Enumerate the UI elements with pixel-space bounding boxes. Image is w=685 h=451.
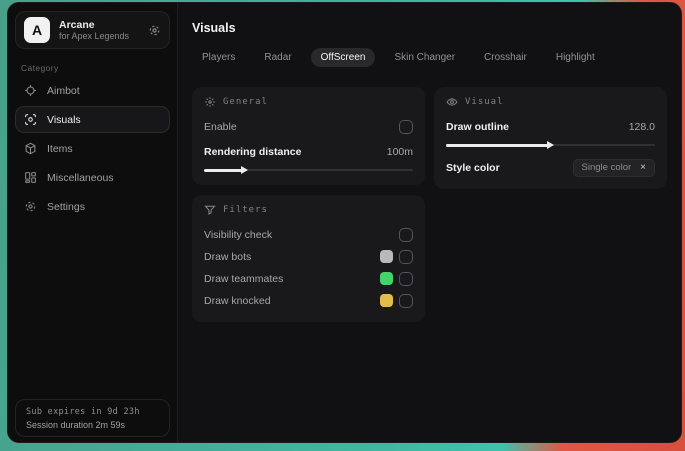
slider-thumb[interactable]	[240, 166, 248, 174]
right-column: Visual Draw outline 128.0 Style color Si…	[434, 87, 667, 189]
draw-outline-label: Draw outline	[446, 120, 510, 133]
draw-knocked-row: Draw knocked	[204, 290, 413, 311]
tab-radar[interactable]: Radar	[254, 48, 301, 67]
sidebar-item-items[interactable]: Items	[15, 135, 170, 162]
sidebar-item-visuals[interactable]: Visuals	[15, 106, 170, 133]
sidebar-item-miscellaneous[interactable]: Miscellaneous	[15, 164, 170, 191]
content-area: General Enable Rendering distance 100m F…	[192, 87, 667, 322]
style-color-dropdown[interactable]: Single color ×	[572, 158, 655, 177]
sidebar-nav: Aimbot Visuals Items Miscellaneous Setti…	[15, 77, 170, 220]
crosshair-icon	[24, 84, 37, 97]
style-color-row: Style color Single color ×	[446, 157, 655, 178]
enable-label: Enable	[204, 120, 237, 133]
logo-text: Arcane for Apex Legends	[59, 19, 139, 41]
app-logo-letter: A	[31, 22, 43, 38]
draw-bots-row: Draw bots	[204, 246, 413, 267]
slider-thumb[interactable]	[547, 141, 555, 149]
draw-outline-row: Draw outline 128.0	[446, 116, 655, 137]
sidebar: A Arcane for Apex Legends Category Aimbo…	[8, 3, 178, 442]
tab-skin-changer[interactable]: Skin Changer	[384, 48, 465, 67]
draw-knocked-controls	[380, 293, 413, 308]
gear-icon[interactable]	[148, 24, 161, 37]
draw-knocked-label: Draw knocked	[204, 294, 271, 307]
category-label: Category	[21, 63, 59, 73]
draw-bots-checkbox[interactable]	[399, 249, 413, 264]
draw-outline-slider[interactable]	[446, 141, 655, 149]
draw-teammates-controls	[380, 271, 413, 286]
subscription-info: Sub expires in 9d 23h Session duration 2…	[15, 399, 170, 437]
draw-bots-label: Draw bots	[204, 250, 252, 263]
visual-panel-header: Visual	[446, 96, 655, 108]
general-panel: General Enable Rendering distance 100m	[192, 87, 425, 185]
visibility-check-label: Visibility check	[204, 228, 273, 241]
eye-icon	[446, 96, 458, 108]
session-duration-text: Session duration 2m 59s	[26, 420, 126, 430]
draw-bots-controls	[380, 249, 413, 264]
filters-panel-title: Filters	[223, 205, 268, 215]
rendering-distance-slider[interactable]	[204, 166, 413, 174]
draw-teammates-label: Draw teammates	[204, 272, 284, 285]
visual-panel: Visual Draw outline 128.0 Style color Si…	[434, 87, 667, 189]
slider-fill	[446, 143, 549, 147]
sidebar-item-aimbot[interactable]: Aimbot	[15, 77, 170, 104]
draw-teammates-checkbox[interactable]	[399, 271, 413, 286]
style-color-label: Style color	[446, 161, 500, 174]
eye-scan-icon	[24, 113, 37, 126]
funnel-icon	[204, 204, 216, 216]
tab-offscreen[interactable]: OffScreen	[310, 48, 376, 67]
app-logo: A	[24, 17, 50, 43]
grid-icon	[24, 171, 37, 184]
logo-card: A Arcane for Apex Legends	[15, 11, 170, 49]
sparkle-icon	[204, 96, 216, 108]
draw-teammates-row: Draw teammates	[204, 268, 413, 289]
draw-teammates-color-swatch[interactable]	[380, 272, 393, 285]
tab-bar: Players Radar OffScreen Skin Changer Cro…	[192, 48, 667, 67]
sidebar-item-label: Miscellaneous	[47, 171, 114, 184]
filters-panel: Filters Visibility check Draw bots Draw …	[192, 195, 425, 322]
general-panel-title: General	[223, 97, 268, 107]
draw-outline-value: 128.0	[628, 120, 655, 133]
page-title: Visuals	[192, 21, 236, 35]
draw-bots-color-swatch[interactable]	[380, 250, 393, 263]
visibility-check-row: Visibility check	[204, 224, 413, 245]
tab-crosshair[interactable]: Crosshair	[474, 48, 537, 67]
main-content: Visuals Players Radar OffScreen Skin Cha…	[178, 3, 681, 442]
app-title: Arcane	[59, 18, 95, 31]
rendering-distance-row: Rendering distance 100m	[204, 141, 413, 162]
visual-panel-title: Visual	[465, 97, 504, 107]
style-color-selected-value: Single color	[581, 162, 632, 173]
draw-knocked-checkbox[interactable]	[399, 293, 413, 308]
slider-fill	[204, 168, 242, 172]
app-subtitle: for Apex Legends	[59, 30, 130, 41]
rendering-distance-label: Rendering distance	[204, 145, 302, 158]
tab-players[interactable]: Players	[192, 48, 245, 67]
enable-row: Enable	[204, 116, 413, 137]
sidebar-item-label: Settings	[47, 200, 85, 213]
filters-panel-header: Filters	[204, 204, 413, 216]
general-panel-header: General	[204, 96, 413, 108]
sidebar-item-label: Items	[47, 142, 73, 155]
sidebar-item-label: Visuals	[47, 113, 81, 126]
sidebar-item-settings[interactable]: Settings	[15, 193, 170, 220]
rendering-distance-value: 100m	[386, 145, 413, 158]
close-icon[interactable]: ×	[640, 162, 646, 173]
app-window: A Arcane for Apex Legends Category Aimbo…	[7, 2, 682, 443]
left-column: General Enable Rendering distance 100m F…	[192, 87, 425, 322]
enable-checkbox[interactable]	[399, 119, 413, 134]
visibility-check-checkbox[interactable]	[399, 227, 413, 242]
cube-icon	[24, 142, 37, 155]
sub-expires-text: Sub expires in 9d 23h	[26, 407, 140, 417]
gear-icon	[24, 200, 37, 213]
draw-knocked-color-swatch[interactable]	[380, 294, 393, 307]
sidebar-item-label: Aimbot	[47, 84, 80, 97]
tab-highlight[interactable]: Highlight	[546, 48, 605, 67]
